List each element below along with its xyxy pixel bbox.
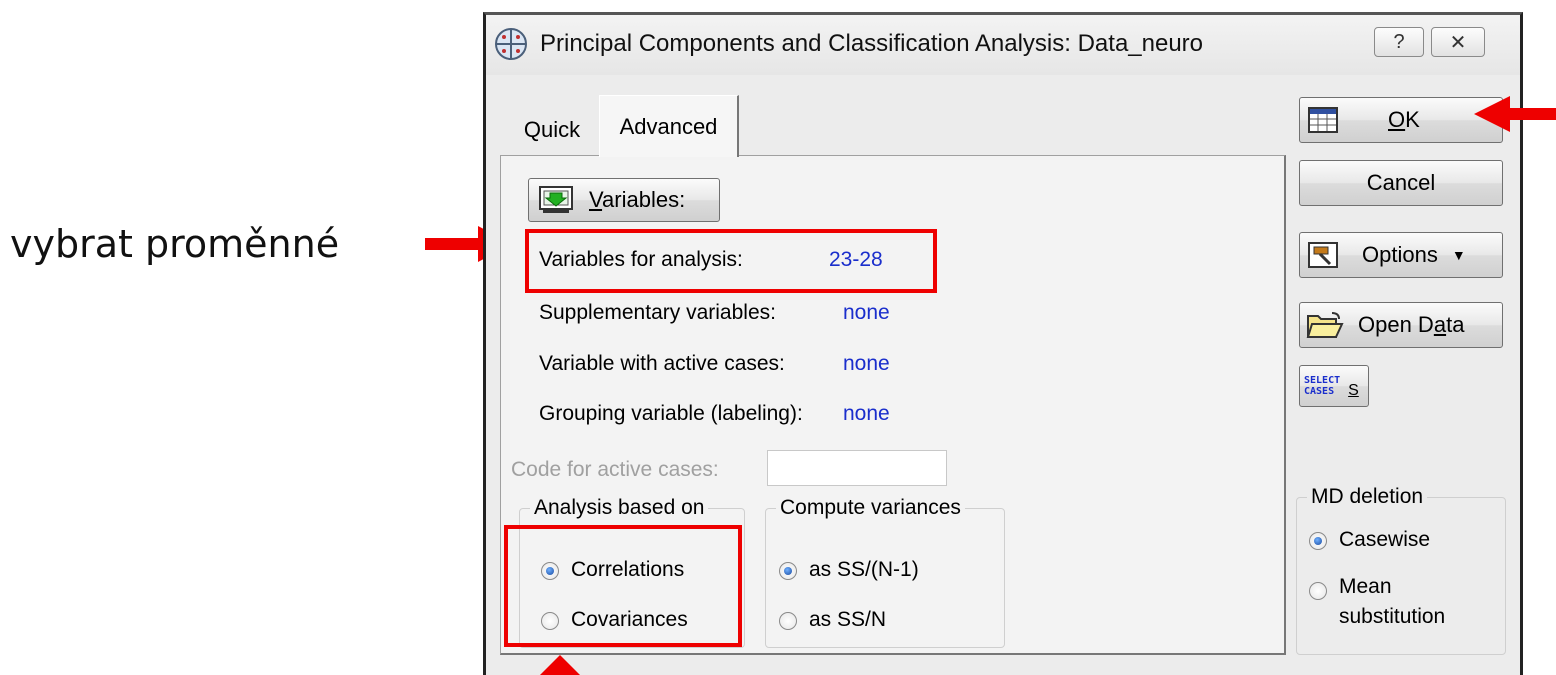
annotation-arrow-head-ok bbox=[1474, 96, 1510, 132]
correlations-label[interactable]: Correlations bbox=[571, 558, 684, 582]
title-bar[interactable]: Principal Components and Classification … bbox=[486, 15, 1520, 75]
app-crosshair-icon bbox=[495, 28, 527, 60]
options-hammer-icon bbox=[1308, 242, 1338, 268]
active-cases-variable-value[interactable]: none bbox=[843, 352, 890, 376]
ss-n-minus-1-label[interactable]: as SS/(N-1) bbox=[809, 558, 919, 582]
md-deletion-legend: MD deletion bbox=[1311, 485, 1424, 508]
md-deletion-group: MD deletion bbox=[1296, 485, 1506, 655]
open-data-button-label: Open Data bbox=[1358, 312, 1465, 337]
options-dropdown-icon: ▼ bbox=[1451, 247, 1466, 263]
dialog-title: Principal Components and Classification … bbox=[540, 30, 1204, 57]
close-button[interactable]: ✕ bbox=[1431, 27, 1485, 57]
open-data-button[interactable]: Open Data bbox=[1299, 302, 1503, 348]
annotation-arrow-ok bbox=[1506, 108, 1556, 120]
mean-substitution-label-1[interactable]: Mean bbox=[1339, 575, 1392, 599]
supplementary-variables-label: Supplementary variables: bbox=[539, 301, 776, 324]
grouping-variable-value[interactable]: none bbox=[843, 402, 890, 426]
casewise-label[interactable]: Casewise bbox=[1339, 528, 1430, 552]
compute-variances-legend: Compute variances bbox=[780, 496, 961, 519]
annotation-arrow-head-bottom bbox=[540, 655, 580, 675]
select-cases-label: S bbox=[1348, 382, 1359, 399]
variables-button-label: Variables: bbox=[589, 187, 686, 212]
ok-button-label: OK bbox=[1388, 107, 1420, 132]
code-active-cases-input[interactable] bbox=[767, 450, 947, 486]
tab-quick[interactable]: Quick bbox=[506, 107, 598, 153]
variables-icon bbox=[539, 186, 573, 213]
grouping-variable-label: Grouping variable (labeling): bbox=[539, 402, 803, 425]
casewise-radio[interactable] bbox=[1309, 532, 1327, 550]
covariances-radio[interactable] bbox=[541, 612, 559, 630]
mean-substitution-radio[interactable] bbox=[1309, 582, 1327, 600]
help-button[interactable]: ? bbox=[1374, 27, 1424, 57]
ss-n-label[interactable]: as SS/N bbox=[809, 608, 886, 632]
mean-substitution-label-2[interactable]: substitution bbox=[1339, 605, 1445, 629]
analysis-variables-value[interactable]: 23-28 bbox=[829, 248, 883, 272]
select-cases-icon: SELECT CASES bbox=[1304, 375, 1341, 397]
advanced-tab-panel: Variables: Variables for analysis: 23-28… bbox=[500, 155, 1286, 655]
pca-dialog: Principal Components and Classification … bbox=[483, 12, 1523, 675]
select-cases-button[interactable]: SELECT CASES S bbox=[1299, 365, 1369, 407]
analysis-based-on-legend: Analysis based on bbox=[534, 496, 705, 519]
ok-spreadsheet-icon bbox=[1308, 107, 1338, 133]
options-button[interactable]: Options ▼ bbox=[1299, 232, 1503, 278]
annotation-arrow-variables bbox=[425, 238, 485, 250]
ss-n-radio[interactable] bbox=[779, 612, 797, 630]
ss-n-minus-1-radio[interactable] bbox=[779, 562, 797, 580]
correlations-radio[interactable] bbox=[541, 562, 559, 580]
tab-advanced[interactable]: Advanced bbox=[599, 95, 739, 157]
active-cases-variable-label: Variable with active cases: bbox=[539, 352, 785, 375]
options-button-label: Options bbox=[1362, 242, 1438, 267]
covariances-label[interactable]: Covariances bbox=[571, 608, 688, 632]
variables-button[interactable]: Variables: bbox=[528, 178, 720, 222]
supplementary-variables-value[interactable]: none bbox=[843, 301, 890, 325]
cancel-button[interactable]: Cancel bbox=[1299, 160, 1503, 206]
analysis-variables-label: Variables for analysis: bbox=[539, 248, 743, 271]
ok-button[interactable]: OK bbox=[1299, 97, 1503, 143]
code-active-cases-label: Code for active cases: bbox=[511, 458, 719, 481]
open-folder-icon bbox=[1306, 312, 1344, 338]
annotation-label: vybrat proměnné bbox=[10, 222, 340, 266]
